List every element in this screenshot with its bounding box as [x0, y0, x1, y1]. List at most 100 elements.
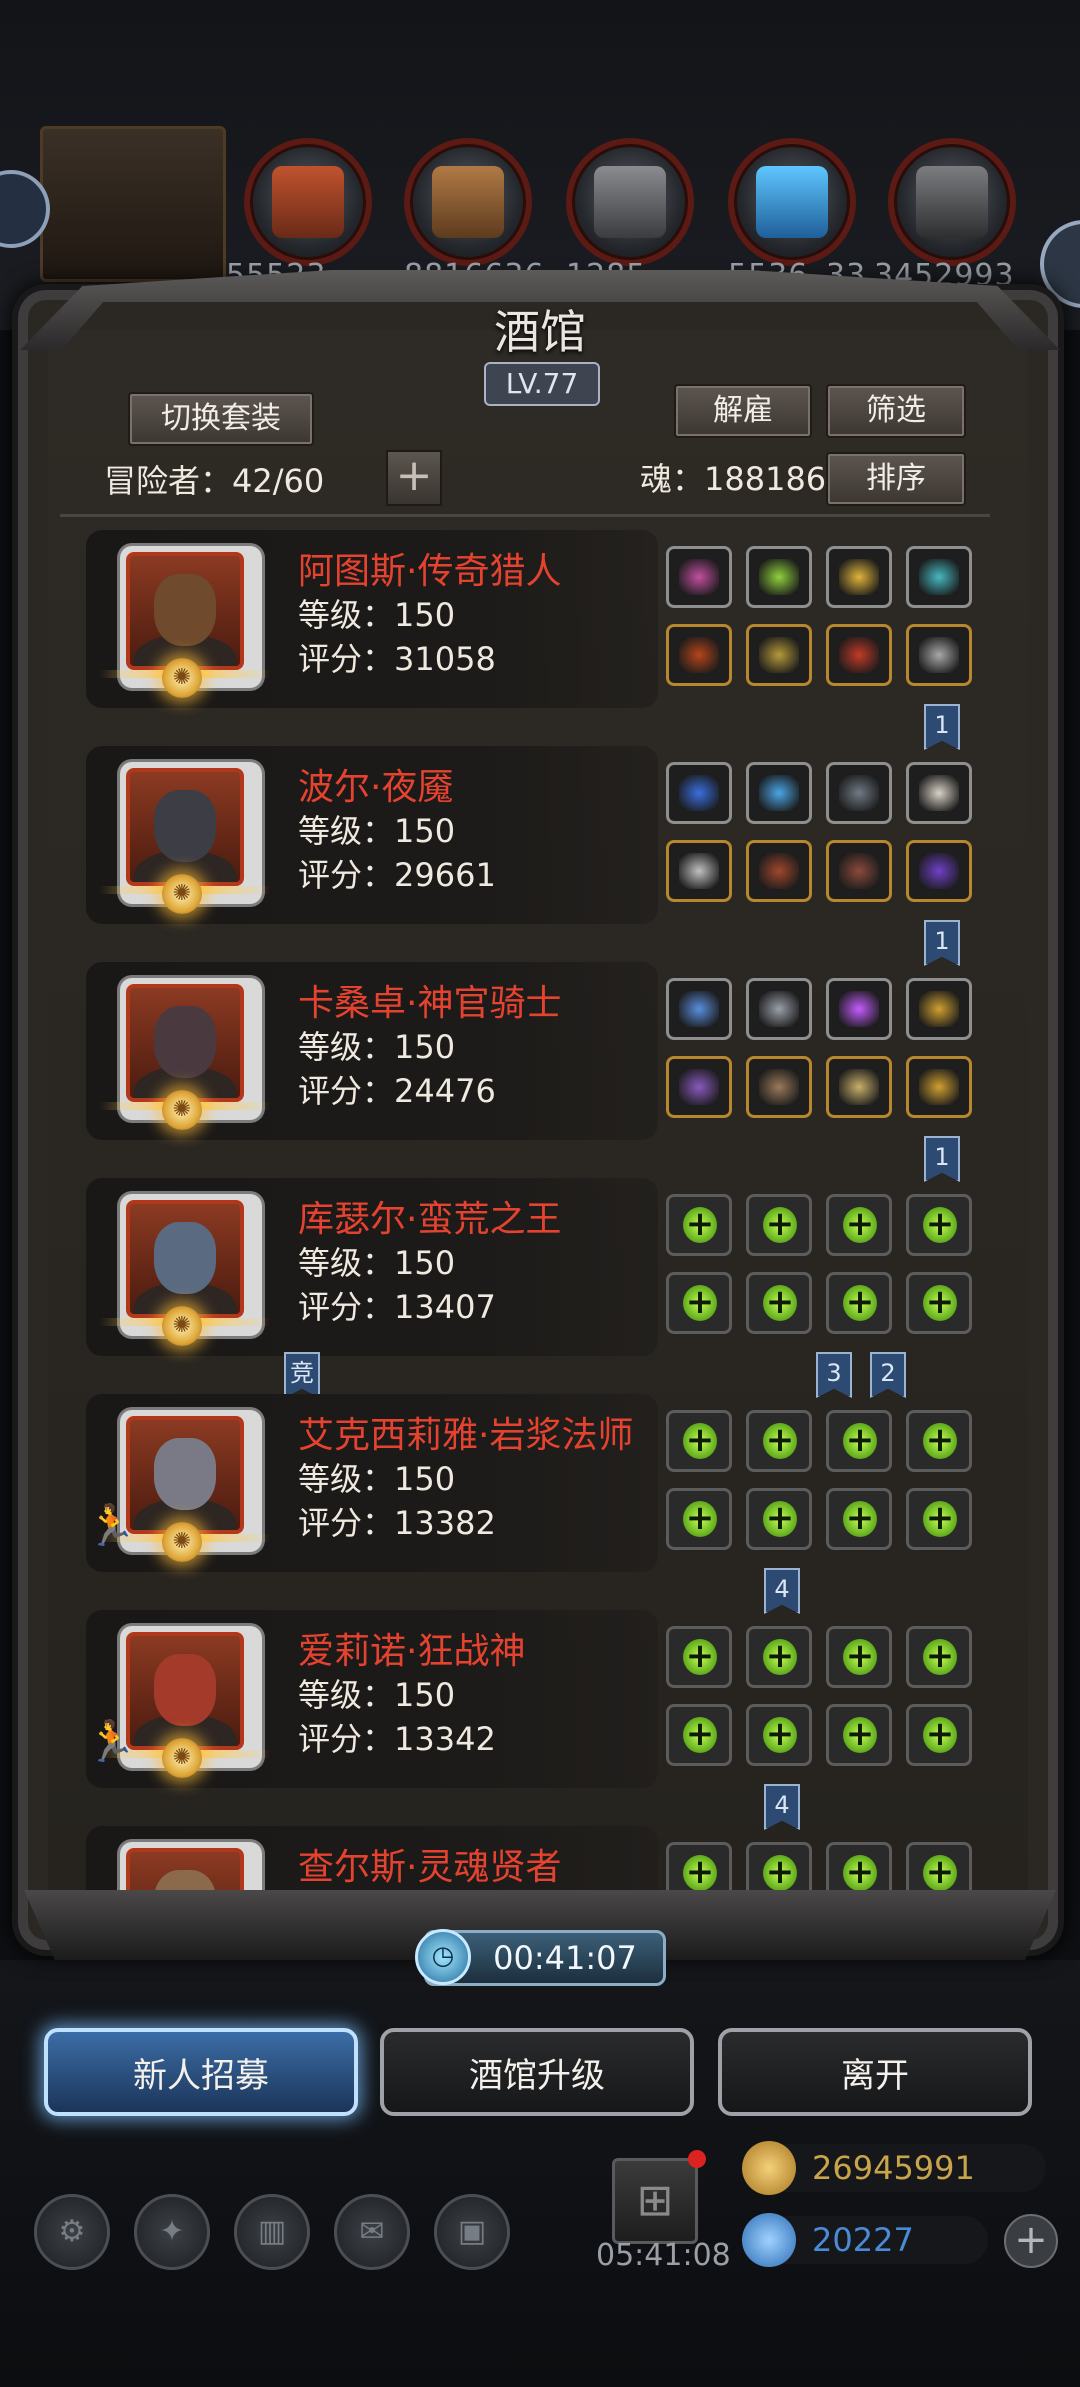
equipment-slot[interactable] [746, 762, 812, 824]
add-currency-button[interactable]: + [1004, 2214, 1058, 2268]
hero-level: 等级：150 [298, 1028, 456, 1066]
equipment-slot[interactable] [906, 624, 972, 686]
leave-button[interactable]: 离开 [718, 2028, 1032, 2116]
empty-equipment-slot[interactable]: + [826, 1272, 892, 1334]
equipment-slot[interactable] [746, 546, 812, 608]
empty-equipment-slot[interactable]: + [666, 1194, 732, 1256]
empty-equipment-slot[interactable]: + [746, 1272, 812, 1334]
empty-equipment-slot[interactable]: + [746, 1410, 812, 1472]
add-equipment-icon: + [923, 1855, 957, 1891]
add-equipment-icon: + [683, 1285, 717, 1321]
portrait-image [126, 552, 244, 670]
empty-equipment-slot[interactable]: + [666, 1704, 732, 1766]
equipment-slot[interactable] [746, 978, 812, 1040]
equipment-slots [662, 974, 982, 1118]
empty-equipment-slot[interactable]: + [906, 1488, 972, 1550]
hero-name: 库瑟尔·蛮荒之王 [298, 1199, 562, 1240]
equipment-item-icon [919, 637, 959, 673]
empty-equipment-slot[interactable]: + [826, 1194, 892, 1256]
hero-card[interactable]: ✺ 波尔·夜魇 等级：150 评分：29661 [86, 746, 658, 924]
equipment-slot[interactable] [746, 624, 812, 686]
tavern-upgrade-button[interactable]: 酒馆升级 [380, 2028, 694, 2116]
empty-equipment-slot[interactable]: + [826, 1488, 892, 1550]
add-capacity-button[interactable]: + [386, 450, 442, 506]
equipment-slot[interactable] [666, 762, 732, 824]
empty-equipment-slot[interactable]: + [666, 1626, 732, 1688]
add-equipment-icon: + [763, 1423, 797, 1459]
wood-resource-icon [404, 138, 532, 266]
hero-card[interactable]: ✺ 阿图斯·传奇猎人 等级：150 评分：31058 [86, 530, 658, 708]
empty-equipment-slot[interactable]: + [826, 1626, 892, 1688]
settings-gear-icon[interactable]: ⚙ [34, 2194, 110, 2270]
empty-equipment-slot[interactable]: + [906, 1272, 972, 1334]
timer-text: 00:41:07 [493, 1939, 637, 1977]
hero-card[interactable]: ✺ 🏃 艾克西莉雅·岩浆法师 等级：150 评分：13382 [86, 1394, 658, 1572]
empty-equipment-slot[interactable]: + [906, 1194, 972, 1256]
equipment-slot[interactable] [666, 546, 732, 608]
gem-icon [742, 2213, 796, 2267]
equipment-slot[interactable] [746, 840, 812, 902]
equipment-slot[interactable] [666, 1056, 732, 1118]
hero-name: 阿图斯·传奇猎人 [298, 551, 562, 592]
equipment-slot[interactable] [826, 1056, 892, 1118]
equipment-item-icon [759, 853, 799, 889]
empty-equipment-slot[interactable]: + [906, 1704, 972, 1766]
recruit-button[interactable]: 新人招募 [44, 2028, 358, 2116]
add-equipment-icon: + [843, 1285, 877, 1321]
empty-equipment-slot[interactable]: + [826, 1704, 892, 1766]
equipment-slot[interactable] [906, 1056, 972, 1118]
equipment-slot[interactable] [906, 840, 972, 902]
rank-icon[interactable]: ▥ [234, 2194, 310, 2270]
empty-equipment-slot[interactable]: + [666, 1410, 732, 1472]
equipment-slot[interactable] [826, 978, 892, 1040]
hero-level: 等级：150 [298, 596, 456, 634]
equipment-slot[interactable] [826, 840, 892, 902]
empty-equipment-slot[interactable]: + [906, 1626, 972, 1688]
empty-equipment-slot[interactable]: + [746, 1488, 812, 1550]
gift-icon[interactable]: ⊞ [612, 2158, 698, 2244]
star-icon[interactable]: ✦ [134, 2194, 210, 2270]
add-equipment-icon: + [843, 1501, 877, 1537]
equipment-item-icon [839, 1069, 879, 1105]
equipment-slots [662, 542, 982, 686]
add-equipment-icon: + [683, 1207, 717, 1243]
equipment-slot[interactable] [826, 624, 892, 686]
add-equipment-icon: + [923, 1285, 957, 1321]
mail-icon[interactable]: ✉ [334, 2194, 410, 2270]
dismiss-button[interactable]: 解雇 [674, 384, 812, 438]
hero-card[interactable]: ✺ 库瑟尔·蛮荒之王 等级：150 评分：13407 [86, 1178, 658, 1356]
equipment-slot[interactable] [906, 978, 972, 1040]
equipment-item-icon [839, 991, 879, 1027]
equipment-slot[interactable] [666, 978, 732, 1040]
sort-button[interactable]: 排序 [826, 452, 966, 506]
adventurer-count: 冒险者：42/60 [104, 462, 325, 500]
equipment-slot[interactable] [906, 546, 972, 608]
empty-equipment-slot[interactable]: + [826, 1410, 892, 1472]
empty-equipment-slot[interactable]: + [746, 1704, 812, 1766]
empty-equipment-slot[interactable]: + [666, 1488, 732, 1550]
equipment-item-icon [919, 853, 959, 889]
empty-equipment-slot[interactable]: + [906, 1410, 972, 1472]
equipment-slot[interactable] [666, 624, 732, 686]
equipment-slot[interactable] [906, 762, 972, 824]
portrait-image [126, 1416, 244, 1534]
equipment-item-icon [839, 559, 879, 595]
equipment-slot[interactable] [746, 1056, 812, 1118]
empty-equipment-slot[interactable]: + [666, 1272, 732, 1334]
equipment-slot[interactable] [826, 546, 892, 608]
hero-thumbnail[interactable] [40, 126, 226, 282]
filter-button[interactable]: 筛选 [826, 384, 966, 438]
switch-set-button[interactable]: 切换套装 [128, 392, 314, 446]
equipment-item-icon [839, 853, 879, 889]
hero-card[interactable]: ✺ 🏃 爱莉诺·狂战神 等级：150 评分：13342 [86, 1610, 658, 1788]
hero-card[interactable]: ✺ 卡桑卓·神官骑士 等级：150 评分：24476 [86, 962, 658, 1140]
empty-equipment-slot[interactable]: + [746, 1626, 812, 1688]
box-icon[interactable]: ▣ [434, 2194, 510, 2270]
gold-balance: 26945991 [742, 2141, 1046, 2195]
equipment-slot[interactable] [666, 840, 732, 902]
equipment-slot[interactable] [826, 762, 892, 824]
add-equipment-icon: + [683, 1717, 717, 1753]
hero-list[interactable]: ✺ 阿图斯·传奇猎人 等级：150 评分：31058 1 ✺ 波尔·夜魇 等级：150 评分：2… [58, 530, 1018, 1906]
empty-equipment-slot[interactable]: + [746, 1194, 812, 1256]
equipment-item-icon [679, 991, 719, 1027]
